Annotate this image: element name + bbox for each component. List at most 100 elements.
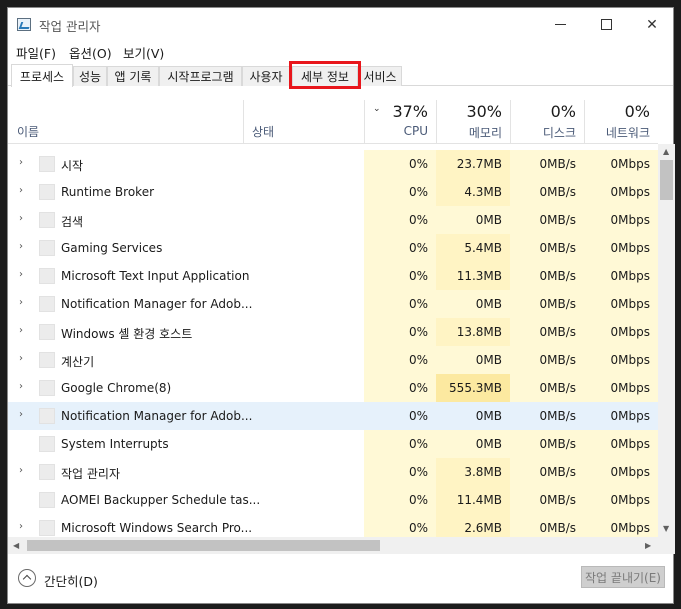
close-icon: ✕ xyxy=(646,16,658,33)
menu-view[interactable]: 보기(V) xyxy=(123,43,164,62)
table-row[interactable]: › Microsoft Text Input Application 0% 11.3M… xyxy=(8,262,658,290)
expand-chevron-icon[interactable]: › xyxy=(19,241,23,252)
tab-startup[interactable]: 시작프로그램 xyxy=(159,66,242,86)
expand-chevron-icon[interactable]: › xyxy=(19,465,23,476)
process-icon xyxy=(39,156,55,172)
column-network[interactable]: 0% 네트워크 xyxy=(584,100,658,144)
process-icon xyxy=(39,380,55,396)
process-icon xyxy=(39,492,55,508)
network-value: 0Mbps xyxy=(584,290,658,318)
column-status: 상태 xyxy=(252,125,275,139)
table-row[interactable]: › Microsoft Windows Search Pro... 0% 2.6MB 0… xyxy=(8,514,658,537)
table-row[interactable]: › Google Chrome(8) 0% 555.3MB 0MB/s 0Mbps xyxy=(8,374,658,402)
column-status-cell[interactable]: 상태 xyxy=(243,100,364,144)
disk-total: 0% xyxy=(550,102,576,121)
scroll-left-icon[interactable]: ◀ xyxy=(13,541,19,550)
horizontal-scroll-thumb[interactable] xyxy=(27,540,380,551)
cpu-value: 0% xyxy=(364,486,436,514)
menu-options[interactable]: 옵션(O) xyxy=(69,43,112,62)
table-row[interactable]: › Runtime Broker 0% 4.3MB 0MB/s 0Mbps xyxy=(8,178,658,206)
column-memory[interactable]: 30% 메모리 xyxy=(436,100,510,144)
network-total: 0% xyxy=(624,102,650,121)
collapse-button[interactable]: 간단히(D) xyxy=(44,571,98,590)
tab-users[interactable]: 사용자 xyxy=(242,66,290,86)
expand-chevron-icon[interactable]: › xyxy=(19,381,23,392)
cpu-value: 0% xyxy=(364,262,436,290)
process-name: 작업 관리자 xyxy=(61,467,121,481)
scroll-corner xyxy=(658,537,675,554)
menu-bar: 파일(F) 옵션(O) 보기(V) xyxy=(8,41,673,61)
process-name: Notification Manager for Adob... xyxy=(61,297,253,311)
column-cpu[interactable]: ⌄ 37% CPU xyxy=(364,100,436,144)
process-icon xyxy=(39,436,55,452)
table-row[interactable]: › Notification Manager for Adob... 0% 0MB 0M… xyxy=(8,290,658,318)
expand-chevron-icon[interactable]: › xyxy=(19,409,23,420)
tab-services[interactable]: 서비스 xyxy=(358,66,402,86)
network-value: 0Mbps xyxy=(584,486,658,514)
process-name: Gaming Services xyxy=(61,241,163,255)
process-icon xyxy=(39,324,55,340)
collapse-icon[interactable] xyxy=(18,569,36,587)
tab-app-history[interactable]: 앱 기록 xyxy=(107,66,159,86)
horizontal-scrollbar[interactable]: ◀ ▶ xyxy=(8,537,658,554)
maximize-button[interactable] xyxy=(583,8,629,41)
disk-value: 0MB/s xyxy=(510,458,584,486)
task-manager-window: 작업 관리자 ✕ 파일(F) 옵션(O) 보기(V) 프로세스 성능 앱 기록 … xyxy=(7,7,675,604)
tab-performance[interactable]: 성능 xyxy=(73,66,107,86)
table-row[interactable]: System Interrupts 0% 0MB 0MB/s 0Mbps xyxy=(8,430,658,458)
network-value: 0Mbps xyxy=(584,458,658,486)
disk-value: 0MB/s xyxy=(510,290,584,318)
disk-value: 0MB/s xyxy=(510,374,584,402)
expand-chevron-icon[interactable]: › xyxy=(19,269,23,280)
tab-processes[interactable]: 프로세스 xyxy=(11,64,73,87)
process-table: 이름 상태 ⌄ 37% CPU 30% 메모리 0% 디스크 0% 네트워크 › xyxy=(8,100,675,537)
sort-chevron-icon: ⌄ xyxy=(373,104,381,114)
memory-value: 3.8MB xyxy=(436,458,510,486)
scroll-up-icon[interactable]: ▲ xyxy=(663,147,669,156)
column-disk[interactable]: 0% 디스크 xyxy=(510,100,584,144)
disk-value: 0MB/s xyxy=(510,346,584,374)
table-row[interactable]: › 계산기 0% 0MB 0MB/s 0Mbps xyxy=(8,346,658,374)
process-name: Google Chrome(8) xyxy=(61,381,172,395)
close-button[interactable]: ✕ xyxy=(629,8,675,41)
end-task-button[interactable]: 작업 끝내기(E) xyxy=(581,566,665,588)
vertical-scrollbar[interactable]: ▲ ▼ xyxy=(658,144,675,537)
cpu-value: 0% xyxy=(364,430,436,458)
expand-chevron-icon[interactable]: › xyxy=(19,157,23,168)
expand-chevron-icon[interactable]: › xyxy=(19,325,23,336)
scroll-down-icon[interactable]: ▼ xyxy=(663,524,669,533)
table-row[interactable]: › 검색 0% 0MB 0MB/s 0Mbps xyxy=(8,206,658,234)
table-row[interactable]: › Windows 셸 환경 호스트 0% 13.8MB 0MB/s 0Mbps xyxy=(8,318,658,346)
process-icon xyxy=(39,464,55,480)
process-name: Windows 셸 환경 호스트 xyxy=(61,327,193,341)
network-value: 0Mbps xyxy=(584,374,658,402)
minimize-button[interactable] xyxy=(537,8,583,41)
expand-chevron-icon[interactable]: › xyxy=(19,521,23,532)
expand-chevron-icon[interactable]: › xyxy=(19,353,23,364)
disk-value: 0MB/s xyxy=(510,262,584,290)
table-row[interactable]: AOMEI Backupper Schedule tas... 0% 11.4MB 0… xyxy=(8,486,658,514)
disk-value: 0MB/s xyxy=(510,430,584,458)
expand-chevron-icon[interactable]: › xyxy=(19,297,23,308)
table-row[interactable]: › 작업 관리자 0% 3.8MB 0MB/s 0Mbps xyxy=(8,458,658,486)
table-row[interactable]: › Notification Manager for Adob... 0% 0MB 0M… xyxy=(8,402,658,430)
network-label: 네트워크 xyxy=(605,126,650,140)
cpu-value: 0% xyxy=(364,514,436,537)
menu-file[interactable]: 파일(F) xyxy=(16,43,56,62)
process-icon xyxy=(39,184,55,200)
cpu-value: 0% xyxy=(364,234,436,262)
column-name[interactable]: 이름 xyxy=(17,123,39,140)
disk-value: 0MB/s xyxy=(510,234,584,262)
scroll-right-icon[interactable]: ▶ xyxy=(645,541,651,550)
maximize-icon xyxy=(600,19,612,30)
memory-label: 메모리 xyxy=(468,126,502,140)
vertical-scroll-thumb[interactable] xyxy=(660,160,673,200)
disk-value: 0MB/s xyxy=(510,402,584,430)
expand-chevron-icon[interactable]: › xyxy=(19,213,23,224)
network-value: 0Mbps xyxy=(584,234,658,262)
memory-value: 2.6MB xyxy=(436,514,510,537)
network-value: 0Mbps xyxy=(584,514,658,537)
table-row[interactable]: › 시작 0% 23.7MB 0MB/s 0Mbps xyxy=(8,150,658,178)
expand-chevron-icon[interactable]: › xyxy=(19,185,23,196)
table-row[interactable]: › Gaming Services 0% 5.4MB 0MB/s 0Mbps xyxy=(8,234,658,262)
